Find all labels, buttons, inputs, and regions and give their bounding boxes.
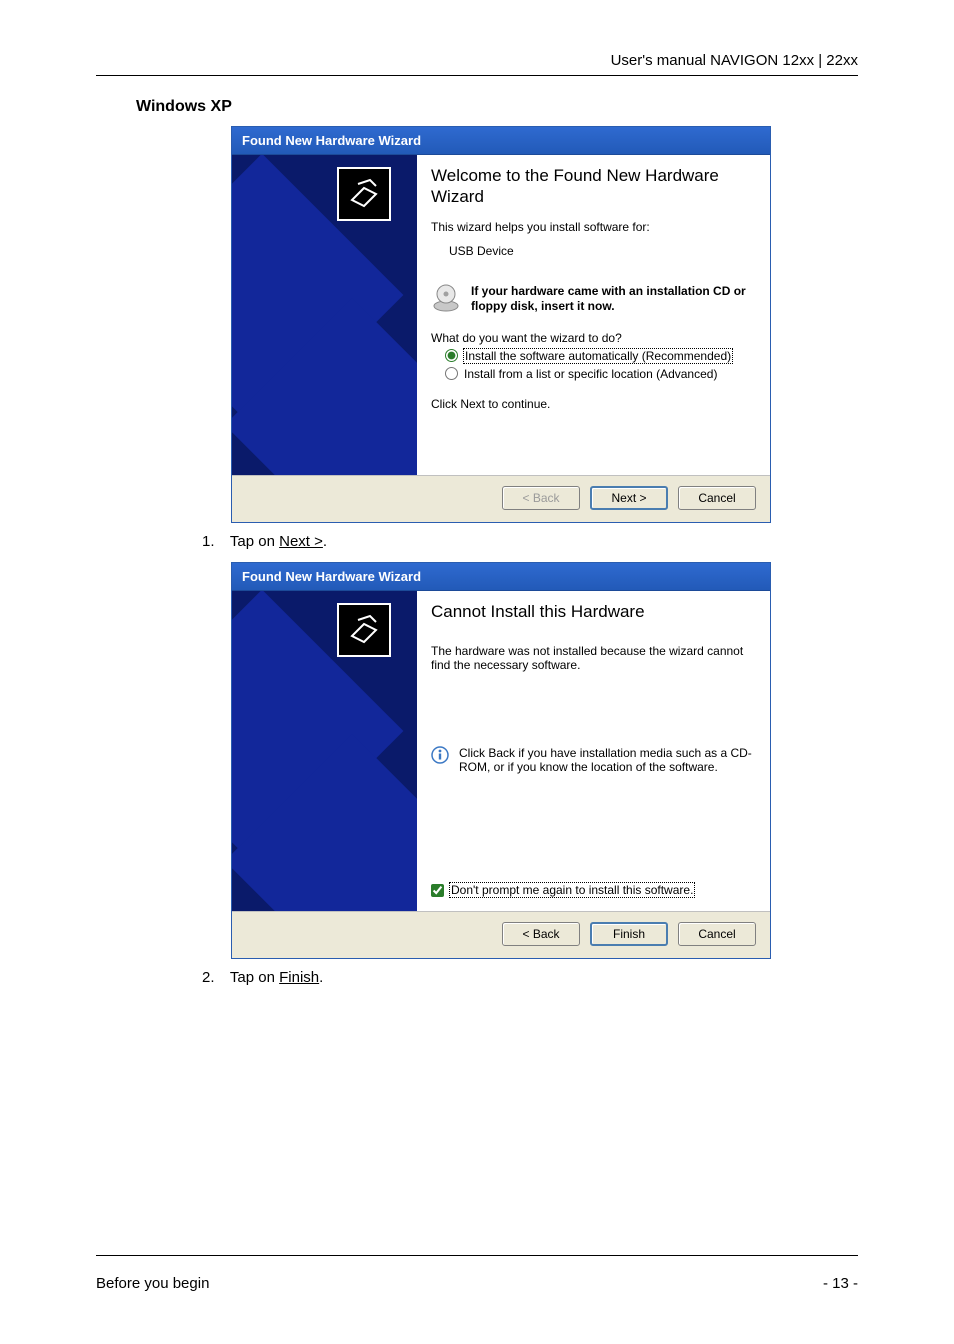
hardware-icon	[337, 167, 391, 221]
dialog2-side-art	[232, 591, 417, 911]
dont-prompt-label: Don't prompt me again to install this so…	[450, 883, 694, 897]
radio-auto-install[interactable]: Install the software automatically (Reco…	[445, 349, 758, 363]
dialog1-button-row: < Back Next > Cancel	[232, 475, 770, 522]
radio-auto-label: Install the software automatically (Reco…	[464, 349, 732, 363]
step-2-number: 2.	[202, 969, 226, 986]
dialog2-heading: Cannot Install this Hardware	[431, 601, 758, 622]
step-1: 1. Tap on Next >.	[202, 533, 858, 550]
hardware-icon	[337, 603, 391, 657]
cancel-button[interactable]: Cancel	[678, 486, 756, 510]
section-heading: Windows XP	[136, 98, 858, 116]
dialog1-titlebar: Found New Hardware Wizard	[232, 127, 770, 155]
step-1-prefix: Tap on	[230, 533, 279, 550]
header-title: User's manual NAVIGON 12xx | 22xx	[96, 52, 858, 75]
info-icon	[431, 746, 449, 767]
radio-manual-label: Install from a list or specific location…	[464, 367, 717, 381]
finish-button[interactable]: Finish	[590, 922, 668, 946]
cancel-button[interactable]: Cancel	[678, 922, 756, 946]
dialog1-cd-hint: If your hardware came with an installati…	[471, 284, 758, 315]
dialog1-question: What do you want the wizard to do?	[431, 331, 758, 345]
dialog1-device: USB Device	[449, 244, 758, 258]
step-2-prefix: Tap on	[230, 969, 279, 986]
dialog1-side-art	[232, 155, 417, 475]
dialog2-message: The hardware was not installed because t…	[431, 644, 758, 672]
dialog1-heading: Welcome to the Found New Hardware Wizard	[431, 165, 758, 208]
back-button: < Back	[502, 486, 580, 510]
step-1-action: Next >	[279, 533, 323, 550]
wizard-dialog-2: Found New Hardware Wizard Cannot Install…	[231, 562, 771, 959]
dialog1-intro: This wizard helps you install software f…	[431, 220, 758, 234]
cd-icon	[431, 284, 461, 317]
step-2-suffix: .	[319, 969, 323, 986]
wizard-dialog-1: Found New Hardware Wizard Welcome to the…	[231, 126, 771, 523]
radio-manual-install[interactable]: Install from a list or specific location…	[445, 367, 758, 381]
next-button[interactable]: Next >	[590, 486, 668, 510]
radio-auto-input[interactable]	[445, 349, 458, 362]
footer-left: Before you begin	[96, 1275, 209, 1292]
dialog1-continue: Click Next to continue.	[431, 397, 758, 411]
header-rule	[96, 75, 858, 76]
dialog2-info: Click Back if you have installation medi…	[459, 746, 758, 774]
dont-prompt-input[interactable]	[431, 884, 444, 897]
dialog2-button-row: < Back Finish Cancel	[232, 911, 770, 958]
footer-right: - 13 -	[823, 1275, 858, 1292]
back-button[interactable]: < Back	[502, 922, 580, 946]
step-2: 2. Tap on Finish.	[202, 969, 858, 986]
step-1-number: 1.	[202, 533, 226, 550]
radio-manual-input[interactable]	[445, 367, 458, 380]
step-2-action: Finish	[279, 969, 319, 986]
dialog2-titlebar: Found New Hardware Wizard	[232, 563, 770, 591]
dont-prompt-checkbox[interactable]: Don't prompt me again to install this so…	[431, 883, 758, 897]
footer-rule	[96, 1255, 858, 1256]
step-1-suffix: .	[323, 533, 327, 550]
